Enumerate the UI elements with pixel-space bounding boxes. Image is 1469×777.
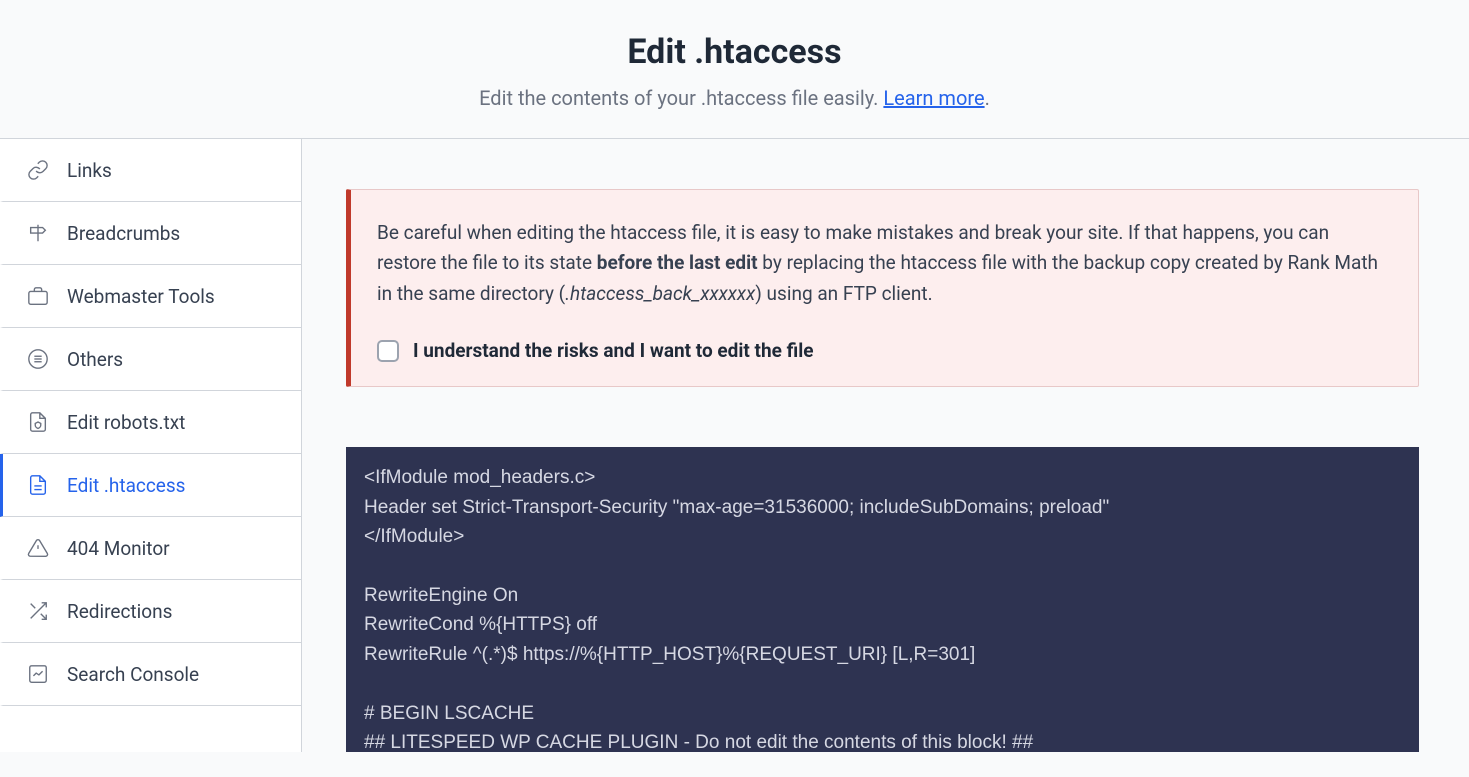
list-circle-icon bbox=[25, 346, 51, 372]
shuffle-icon bbox=[25, 598, 51, 624]
sidebar-item-others[interactable]: Others bbox=[0, 328, 301, 391]
sidebar-item-links[interactable]: Links bbox=[0, 139, 301, 202]
warning-notice: Be careful when editing the htaccess fil… bbox=[346, 189, 1419, 387]
page-title: Edit .htaccess bbox=[20, 32, 1449, 72]
chart-icon bbox=[25, 661, 51, 687]
sidebar-item-label: Edit .htaccess bbox=[67, 474, 186, 497]
sidebar-item-edit-htaccess[interactable]: Edit .htaccess bbox=[0, 454, 301, 517]
page-header: Edit .htaccess Edit the contents of your… bbox=[0, 0, 1469, 139]
sidebar-item-webmaster-tools[interactable]: Webmaster Tools bbox=[0, 265, 301, 328]
sidebar: Links Breadcrumbs Webmaster Tools Others bbox=[0, 139, 302, 752]
links-icon bbox=[25, 157, 51, 183]
sidebar-item-label: 404 Monitor bbox=[67, 537, 170, 560]
sidebar-item-edit-robots[interactable]: Edit robots.txt bbox=[0, 391, 301, 454]
sidebar-item-label: Others bbox=[67, 348, 123, 371]
sidebar-item-label: Links bbox=[67, 159, 112, 182]
sidebar-item-label: Redirections bbox=[67, 600, 172, 623]
sidebar-item-search-console[interactable]: Search Console bbox=[0, 643, 301, 706]
briefcase-icon bbox=[25, 283, 51, 309]
sidebar-item-label: Webmaster Tools bbox=[67, 285, 215, 308]
htaccess-editor[interactable]: <IfModule mod_headers.c> Header set Stri… bbox=[346, 447, 1419, 752]
sidebar-item-breadcrumbs[interactable]: Breadcrumbs bbox=[0, 202, 301, 265]
sidebar-item-redirections[interactable]: Redirections bbox=[0, 580, 301, 643]
warning-text: Be careful when editing the htaccess fil… bbox=[377, 218, 1388, 309]
signpost-icon bbox=[25, 220, 51, 246]
sidebar-item-label: Edit robots.txt bbox=[67, 411, 185, 434]
consent-checkbox[interactable] bbox=[377, 340, 399, 362]
sidebar-item-label: Search Console bbox=[67, 663, 199, 686]
file-shield-icon bbox=[25, 409, 51, 435]
file-lines-icon bbox=[25, 472, 51, 498]
sidebar-item-404-monitor[interactable]: 404 Monitor bbox=[0, 517, 301, 580]
main-content: Be careful when editing the htaccess fil… bbox=[302, 139, 1469, 752]
warning-icon bbox=[25, 535, 51, 561]
consent-checkbox-label[interactable]: I understand the risks and I want to edi… bbox=[413, 339, 813, 362]
sidebar-item-label: Breadcrumbs bbox=[67, 222, 180, 245]
page-subtitle: Edit the contents of your .htaccess file… bbox=[20, 86, 1449, 110]
learn-more-link[interactable]: Learn more bbox=[883, 86, 984, 110]
consent-checkbox-row: I understand the risks and I want to edi… bbox=[377, 339, 1388, 362]
